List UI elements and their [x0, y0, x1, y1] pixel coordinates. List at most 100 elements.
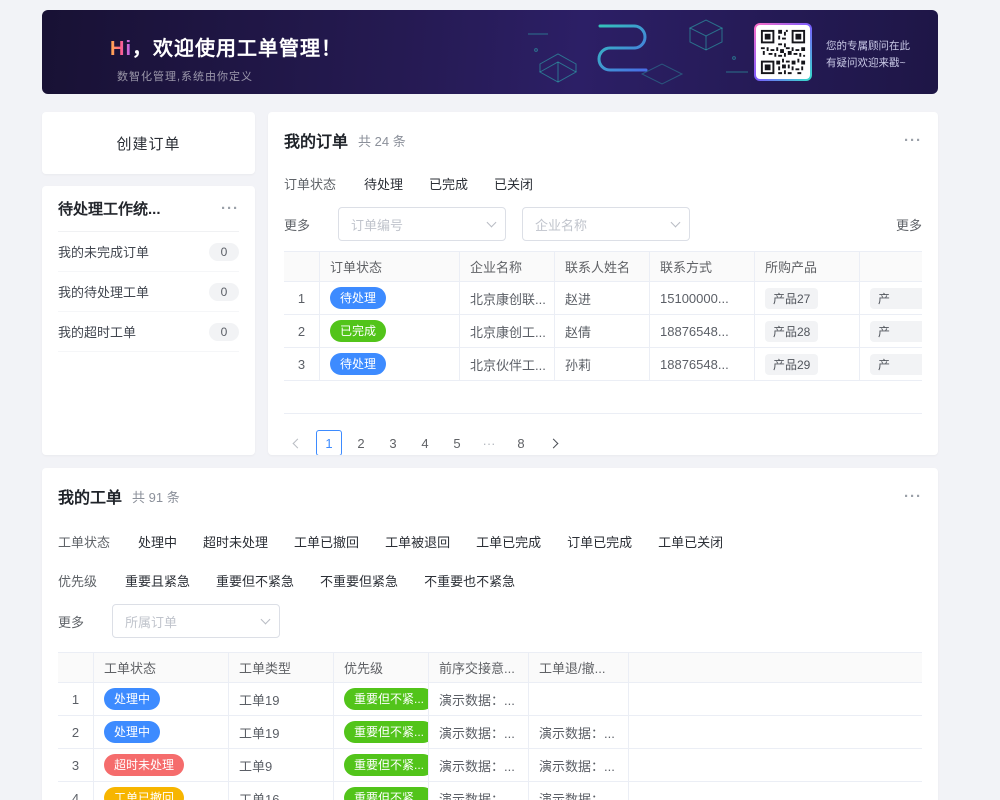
filter-option-pending[interactable]: 待处理 — [364, 174, 403, 193]
cell-index: 1 — [58, 683, 94, 715]
more-icon[interactable]: ··· — [221, 201, 239, 216]
next-page-icon[interactable] — [540, 430, 566, 455]
orders-more-filters-row: 更多 订单编号 企业名称 更多 — [284, 207, 922, 241]
order-id-select[interactable]: 订单编号 — [338, 207, 506, 241]
table-row[interactable]: 2 已完成 北京康创工... 赵倩 18876548... 产品28 产 — [284, 315, 922, 348]
table-row[interactable]: 3 超时未处理 工单9 重要但不紧... 演示数据：... 演示数据：... — [58, 749, 922, 782]
priority-option-4[interactable]: 不重要也不紧急 — [424, 571, 515, 590]
page-button-3[interactable]: 3 — [380, 430, 406, 455]
header-order-status: 订单状态 — [320, 252, 460, 281]
cell-phone: 15100000... — [650, 282, 755, 314]
cell-index: 3 — [284, 348, 320, 380]
cell-index: 2 — [58, 716, 94, 748]
priority-option-2[interactable]: 重要但不紧急 — [216, 571, 294, 590]
filter-option-overtime[interactable]: 超时未处理 — [203, 532, 268, 551]
header-extra — [860, 252, 922, 281]
parent-order-select[interactable]: 所属订单 — [112, 604, 280, 638]
filter-option-ticket-done[interactable]: 工单已完成 — [476, 532, 541, 551]
filter-option-order-done[interactable]: 订单已完成 — [567, 532, 632, 551]
cell-handover: 演示数据：... — [429, 683, 529, 715]
cell-type: 工单19 — [229, 716, 334, 748]
cell-priority: 重要但不紧... — [334, 749, 429, 781]
tickets-panel-title: 我的工单 — [58, 484, 122, 508]
tickets-panel-header: 我的工单 共 91 条 ··· — [58, 484, 922, 508]
prev-page-icon[interactable] — [284, 430, 310, 455]
stat-count-badge: 0 — [209, 243, 239, 261]
chevron-down-icon — [671, 218, 681, 228]
table-row[interactable]: 1 待处理 北京康创联... 赵进 15100000... 产品27 产 — [284, 282, 922, 315]
cell-status: 待处理 — [320, 348, 460, 380]
filter-option-withdrawn[interactable]: 工单已撤回 — [294, 532, 359, 551]
priority-badge: 重要但不紧... — [344, 754, 429, 776]
status-badge: 已完成 — [330, 320, 386, 342]
filter-option-ticket-closed[interactable]: 工单已关闭 — [658, 532, 723, 551]
ticket-status-filter: 工单状态 处理中 超时未处理 工单已撤回 工单被退回 工单已完成 订单已完成 工… — [58, 532, 922, 551]
page-button-1[interactable]: 1 — [316, 430, 342, 455]
stat-item-unfinished-orders[interactable]: 我的未完成订单 0 — [58, 232, 239, 272]
qr-code — [754, 23, 812, 81]
filter-option-processing[interactable]: 处理中 — [138, 532, 177, 551]
cell-type: 工单19 — [229, 683, 334, 715]
orders-panel: 我的订单 共 24 条 ··· 订单状态 待处理 已完成 已关闭 更多 订单编号… — [268, 112, 938, 455]
company-name-placeholder: 企业名称 — [535, 215, 672, 234]
product-tag: 产 — [870, 354, 922, 375]
priority-badge: 重要但不紧... — [344, 721, 429, 743]
cell-phone: 18876548... — [650, 348, 755, 380]
orders-count: 共 24 条 — [358, 131, 406, 150]
banner-decoration-icon — [522, 10, 752, 94]
stat-item-overtime-tickets[interactable]: 我的超时工单 0 — [58, 312, 239, 352]
header-contact: 联系人姓名 — [555, 252, 650, 281]
filter-option-done[interactable]: 已完成 — [429, 174, 468, 193]
cell-status: 处理中 — [94, 716, 229, 748]
header-extra — [629, 653, 922, 682]
more-icon[interactable]: ··· — [904, 489, 922, 504]
company-name-select[interactable]: 企业名称 — [522, 207, 690, 241]
table-filler-row — [284, 381, 922, 414]
filter-option-closed[interactable]: 已关闭 — [494, 174, 533, 193]
tickets-panel: 我的工单 共 91 条 ··· 工单状态 处理中 超时未处理 工单已撤回 工单被… — [42, 468, 938, 800]
banner-title-hi: Hi — [110, 38, 132, 60]
ticket-status-filter-label: 工单状态 — [58, 532, 110, 551]
pagination-ellipsis-icon[interactable]: ··· — [476, 430, 502, 455]
cell-contact: 赵倩 — [555, 315, 650, 347]
table-row[interactable]: 4 工单已撤回 工单16 重要但不紧... 演示数据：... 演示数据：... — [58, 782, 922, 800]
header-withdraw: 工单退/撤... — [529, 653, 629, 682]
create-order-button[interactable]: 创建订单 — [42, 112, 255, 174]
page-button-2[interactable]: 2 — [348, 430, 374, 455]
tickets-count: 共 91 条 — [132, 487, 180, 506]
tickets-more-filters-row: 更多 所属订单 — [58, 604, 922, 638]
more-icon[interactable]: ··· — [904, 133, 922, 148]
chevron-down-icon — [487, 218, 497, 228]
cell-product: 产品28 — [755, 315, 860, 347]
page-button-8[interactable]: 8 — [508, 430, 534, 455]
priority-option-1[interactable]: 重要且紧急 — [125, 571, 190, 590]
orders-more-link[interactable]: 更多 — [896, 215, 922, 234]
filter-option-returned[interactable]: 工单被退回 — [385, 532, 450, 551]
product-tag: 产品28 — [765, 321, 818, 342]
chevron-down-icon — [261, 615, 271, 625]
cell-withdraw: 演示数据：... — [529, 749, 629, 781]
stat-label: 我的未完成订单 — [58, 242, 149, 261]
table-row[interactable]: 2 处理中 工单19 重要但不紧... 演示数据：... 演示数据：... — [58, 716, 922, 749]
page-button-5[interactable]: 5 — [444, 430, 470, 455]
cell-product-extra: 产 — [860, 282, 922, 314]
cell-phone: 18876548... — [650, 315, 755, 347]
page-button-4[interactable]: 4 — [412, 430, 438, 455]
welcome-banner: Hi，欢迎使用工单管理！ 数智化管理,系统由你定义 您的专属顾问在此 有疑问欢迎… — [42, 10, 938, 94]
banner-title-rest: ，欢迎使用工单管理！ — [132, 38, 342, 60]
priority-option-3[interactable]: 不重要但紧急 — [320, 571, 398, 590]
status-badge: 待处理 — [330, 353, 386, 375]
table-row[interactable]: 3 待处理 北京伙伴工... 孙莉 18876548... 产品29 产 — [284, 348, 922, 381]
qr-code-image — [756, 25, 810, 79]
header-index — [58, 653, 94, 682]
stat-item-pending-tickets[interactable]: 我的待处理工单 0 — [58, 272, 239, 312]
order-status-filter: 订单状态 待处理 已完成 已关闭 — [284, 174, 922, 193]
table-row[interactable]: 1 处理中 工单19 重要但不紧... 演示数据：... — [58, 683, 922, 716]
cell-priority: 重要但不紧... — [334, 782, 429, 800]
cell-extra — [629, 782, 922, 800]
cell-status: 超时未处理 — [94, 749, 229, 781]
cell-contact: 孙莉 — [555, 348, 650, 380]
orders-panel-title: 我的订单 — [284, 128, 348, 152]
cell-index: 3 — [58, 749, 94, 781]
more-filters-label: 更多 — [284, 215, 310, 234]
